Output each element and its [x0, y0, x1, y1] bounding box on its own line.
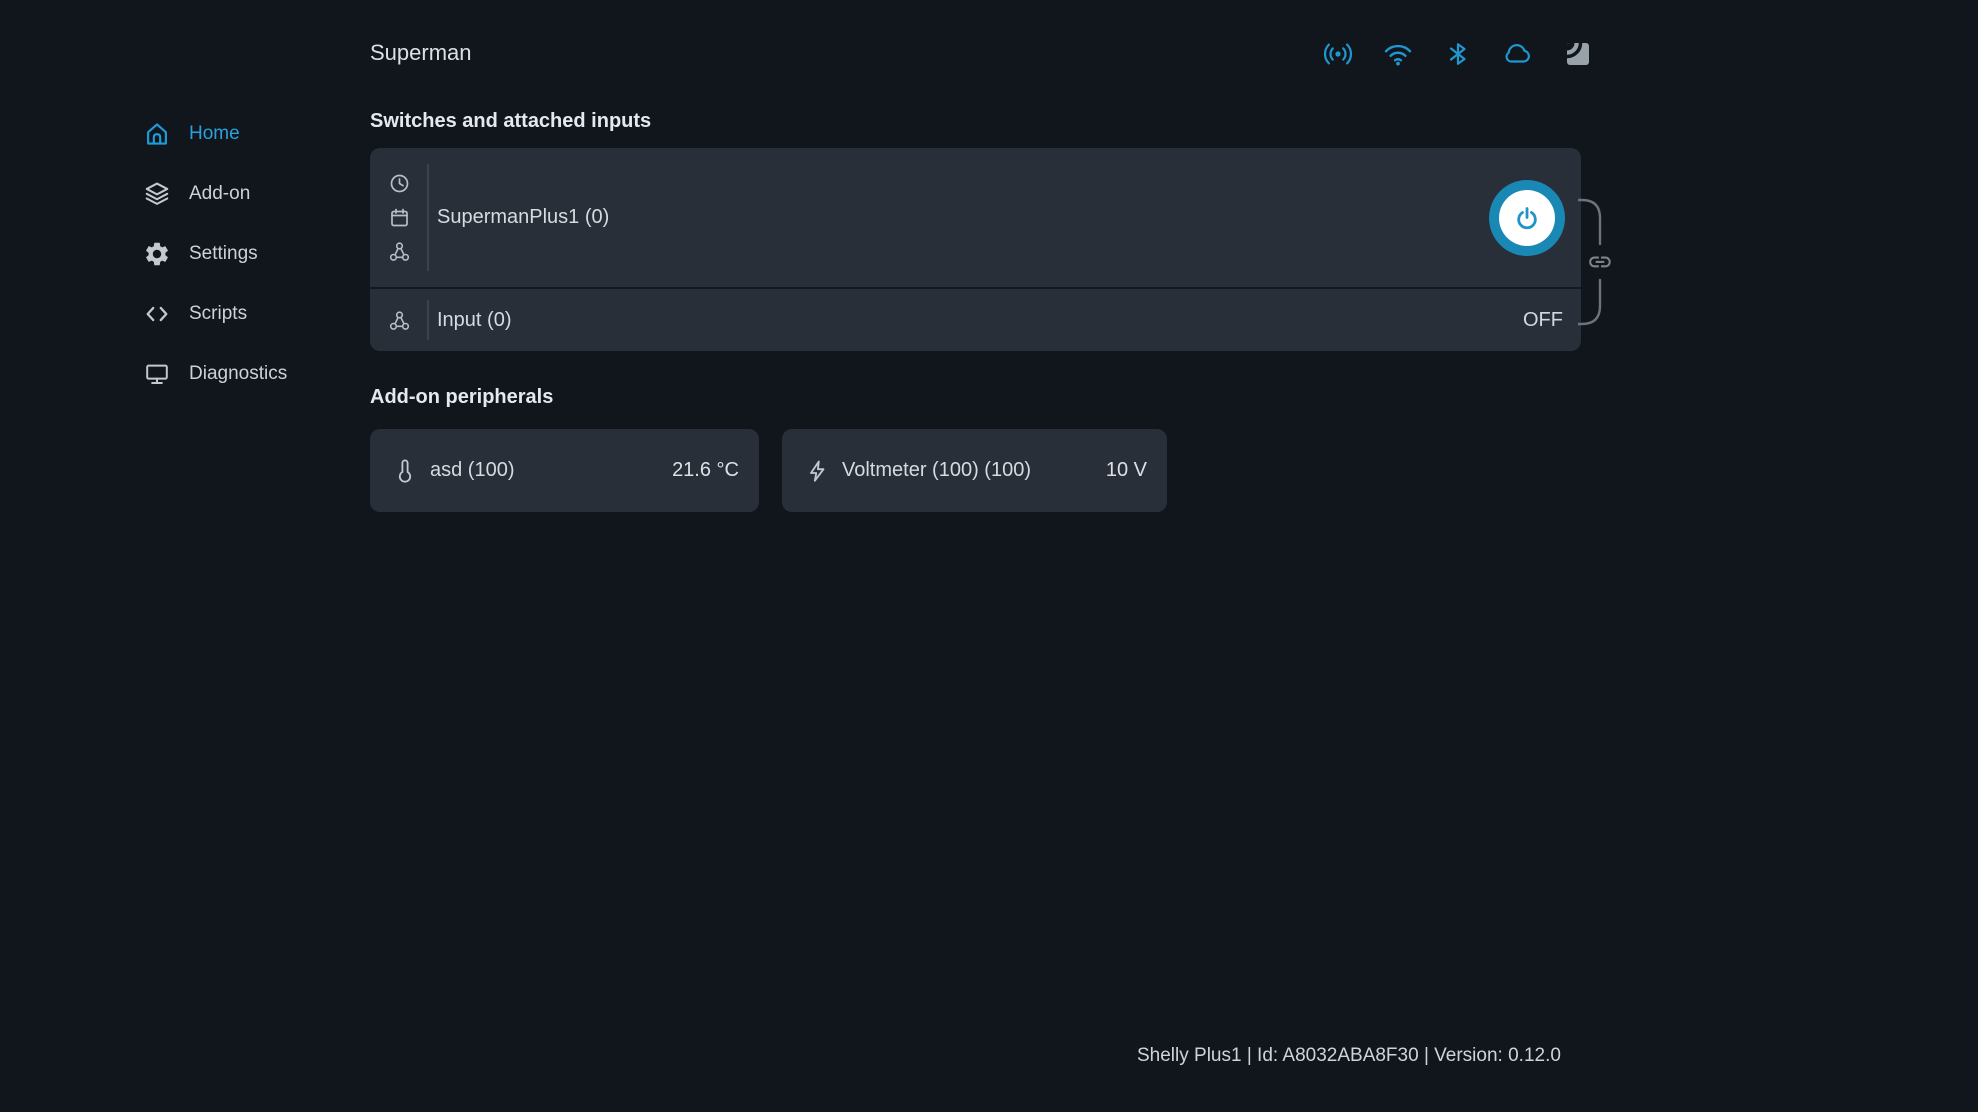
monitor-icon — [143, 360, 171, 388]
switches-section-title: Switches and attached inputs — [370, 110, 651, 133]
switch-card: SupermanPlus1 (0) — [370, 148, 1581, 351]
page-title: Superman — [370, 40, 472, 66]
peripheral-value: 10 V — [1106, 459, 1147, 482]
cloud-icon — [1502, 38, 1534, 70]
webhook-icon — [389, 241, 410, 262]
input-name: Input (0) — [437, 309, 511, 332]
sidebar-item-addon[interactable]: Add-on — [143, 164, 363, 224]
bolt-icon — [806, 459, 828, 483]
ap-icon — [1322, 38, 1354, 70]
peripherals-row: asd (100) 21.6 °C Voltmeter (100) (100) … — [370, 429, 1167, 512]
power-toggle-inner — [1499, 190, 1555, 246]
link-icon — [1589, 257, 1611, 268]
sidebar-item-home[interactable]: Home — [143, 104, 363, 164]
thermometer-icon — [394, 459, 416, 483]
peripheral-value: 21.6 °C — [672, 459, 739, 482]
webhook-icon — [389, 310, 410, 331]
sidebar-item-diagnostics[interactable]: Diagnostics — [143, 344, 363, 404]
sidebar-item-settings[interactable]: Settings — [143, 224, 363, 284]
calendar-icon — [389, 207, 410, 228]
sidebar: Home Add-on Settings Scripts — [143, 104, 363, 404]
sidebar-item-label: Scripts — [189, 303, 247, 325]
peripheral-label: asd (100) — [430, 459, 515, 482]
power-toggle-button[interactable] — [1489, 180, 1565, 256]
input-row[interactable]: Input (0) OFF — [370, 289, 1581, 351]
input-feature-icons — [386, 289, 412, 351]
peripheral-card-temperature[interactable]: asd (100) 21.6 °C — [370, 429, 759, 512]
wifi-icon — [1382, 38, 1414, 70]
home-icon — [143, 120, 171, 148]
input-state-badge: OFF — [1523, 309, 1563, 332]
sidebar-item-scripts[interactable]: Scripts — [143, 284, 363, 344]
status-icon-bar — [1322, 38, 1594, 70]
device-info-footer: Shelly Plus1 | Id: A8032ABA8F30 | Versio… — [1137, 1045, 1561, 1067]
sidebar-item-label: Diagnostics — [189, 363, 287, 385]
layers-icon — [143, 180, 171, 208]
peripheral-label: Voltmeter (100) (100) — [842, 459, 1031, 482]
row-divider-line — [427, 300, 429, 340]
gear-icon — [143, 240, 171, 268]
switch-row[interactable]: SupermanPlus1 (0) — [370, 148, 1581, 287]
sidebar-item-label: Add-on — [189, 183, 250, 205]
mqtt-icon — [1562, 38, 1594, 70]
sidebar-item-label: Settings — [189, 243, 258, 265]
bluetooth-icon — [1442, 38, 1474, 70]
code-icon — [143, 300, 171, 328]
switch-name: SupermanPlus1 (0) — [437, 206, 609, 229]
peripheral-card-voltmeter[interactable]: Voltmeter (100) (100) 10 V — [782, 429, 1167, 512]
schedule-icon — [389, 173, 410, 194]
peripherals-section-title: Add-on peripherals — [370, 386, 553, 409]
switch-feature-icons — [386, 148, 412, 287]
sidebar-item-label: Home — [189, 123, 240, 145]
switch-input-link-bracket — [1578, 186, 1626, 338]
power-icon — [1514, 205, 1540, 231]
row-divider-line — [427, 164, 429, 271]
